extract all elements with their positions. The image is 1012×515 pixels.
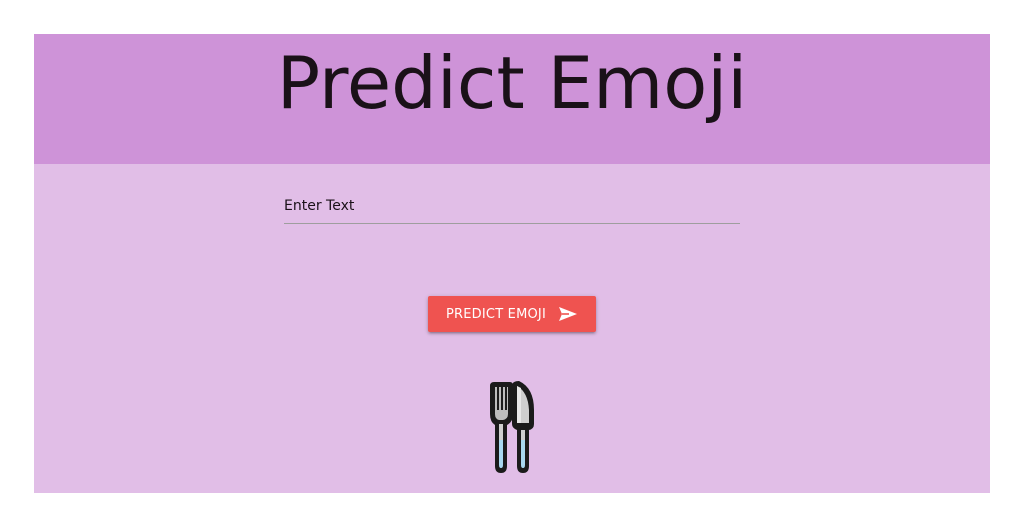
text-field — [284, 188, 740, 225]
text-input[interactable] — [284, 188, 740, 224]
header-bar: Predict Emoji — [34, 34, 990, 164]
app-container: Predict Emoji PREDICT EMOJI — [34, 34, 990, 493]
page-title: Predict Emoji — [276, 41, 748, 125]
predict-emoji-button-label: PREDICT EMOJI — [445, 306, 546, 322]
fork-and-knife-icon — [490, 381, 534, 473]
predict-emoji-button[interactable]: PREDICT EMOJI — [428, 296, 596, 332]
send-icon — [559, 307, 577, 321]
